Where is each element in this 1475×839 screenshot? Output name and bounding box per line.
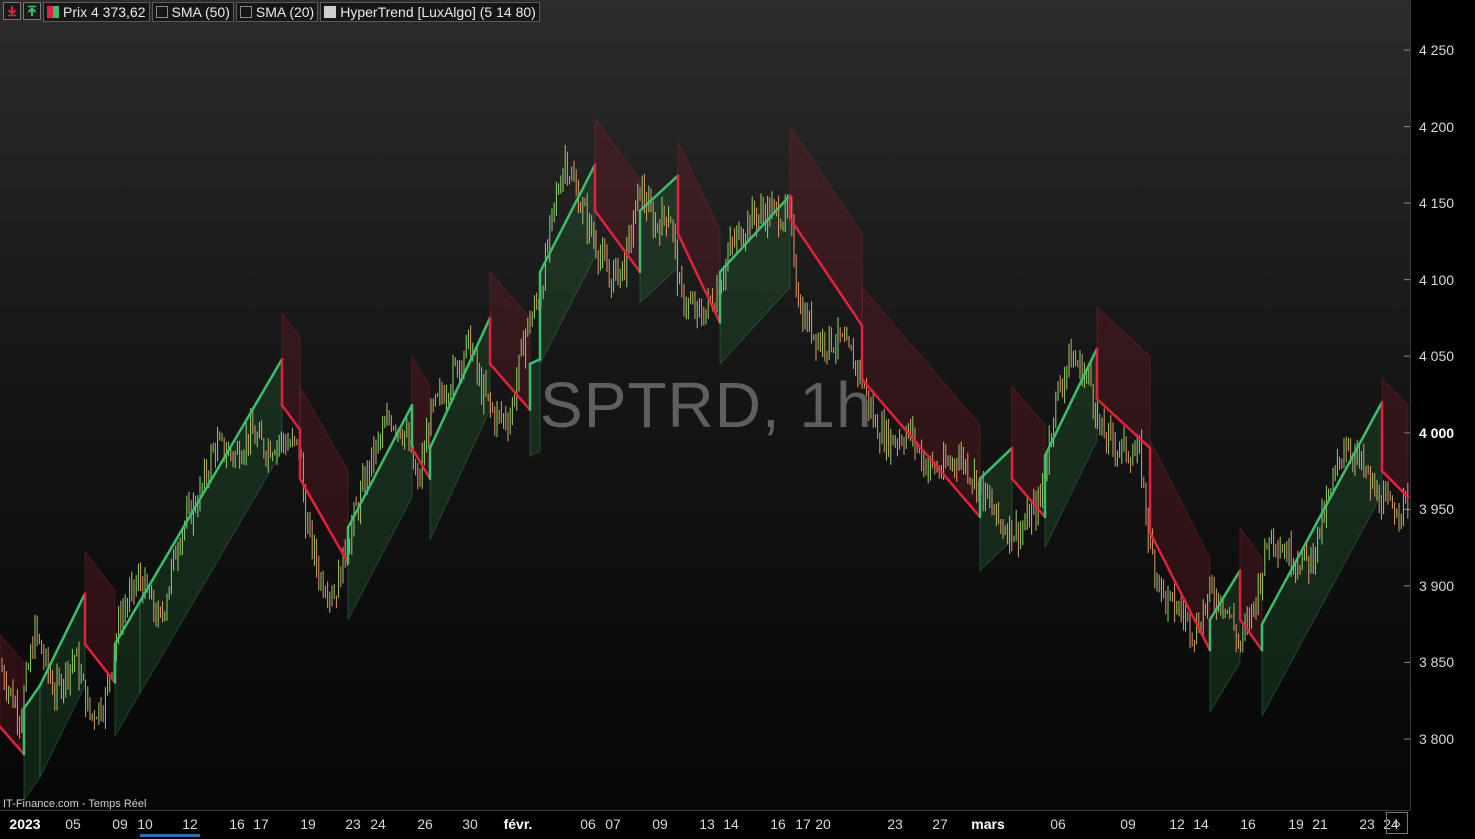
legend-hypertrend[interactable]: HyperTrend [LuxAlgo] (5 14 80) (320, 2, 540, 22)
chart-watermark: SPTRD, 1h (540, 369, 873, 441)
y-tick-label: 3 850 (1419, 654, 1455, 671)
upload-arrow-icon[interactable] (23, 2, 41, 20)
x-tick-label: 12 (1169, 816, 1185, 832)
hypertrend-upper-band (411, 354, 431, 481)
y-tick-label: 4 050 (1419, 348, 1455, 365)
x-tick-label: 19 (300, 816, 316, 832)
x-tick-label: 05 (65, 816, 81, 832)
hypertrend-lower-band (529, 358, 541, 457)
hypertrend-upper-band (489, 270, 531, 412)
legend-sma20[interactable]: SMA (20) (235, 2, 319, 22)
y-tick-label: 4 000 (1419, 424, 1455, 441)
legend-price-label: Prix 4 373,62 (63, 4, 146, 20)
hypertrend-upper-band (1381, 377, 1409, 499)
y-tick-label: 3 800 (1419, 731, 1455, 747)
x-tick-label: 2023 (9, 816, 41, 832)
x-tick-label: 07 (605, 816, 621, 832)
x-tick-label: 20 (815, 816, 831, 832)
x-tick-label: 06 (580, 816, 596, 832)
x-tick-label: 09 (112, 816, 128, 832)
legend-sma50[interactable]: SMA (50) (151, 2, 234, 22)
x-tick-label: 12 (182, 816, 198, 832)
hypertrend-upper-band (861, 285, 981, 519)
hypertrend-swatch-icon (324, 6, 337, 18)
hypertrend-upper-band (594, 117, 641, 274)
x-tick-label: 14 (723, 816, 739, 832)
chart-plot-area[interactable]: SPTRD, 1h IT-Finance.com - Temps Réel Pr… (0, 0, 1410, 810)
download-arrow-icon[interactable] (3, 2, 21, 20)
x-tick-label: 06 (1050, 816, 1066, 832)
y-tick-label: 3 950 (1419, 501, 1455, 518)
x-tick-label: 27 (932, 816, 948, 832)
hypertrend-lower-band (139, 357, 283, 695)
legend-hypertrend-label: HyperTrend [LuxAlgo] (5 14 80) (340, 4, 536, 20)
x-tick-label: 16 (770, 816, 786, 832)
y-tick-label: 4 100 (1419, 271, 1455, 288)
hypertrend-upper-band (1149, 440, 1211, 651)
x-tick-label: 17 (253, 816, 269, 832)
x-tick-label: 23 (345, 816, 361, 832)
hypertrend-lower-band (23, 683, 41, 802)
data-source-label: IT-Finance.com - Temps Réel (3, 798, 147, 810)
x-tick-label: 21 (1312, 816, 1328, 832)
x-tick-label: 16 (229, 816, 245, 832)
chart-legend: Prix 4 373,62 SMA (50) SMA (20) HyperTre… (3, 2, 540, 22)
x-tick-label: 09 (1120, 816, 1136, 832)
x-tick-label: 24 (370, 816, 386, 832)
x-tick-label: 13 (699, 816, 715, 832)
scroll-forward-icon[interactable]: » (1386, 812, 1408, 834)
sma20-swatch-icon (239, 6, 252, 18)
x-tick-label: mars (971, 816, 1005, 832)
price-swatch-icon (47, 6, 59, 18)
x-tick-label: févr. (503, 816, 533, 832)
hypertrend-lower-band (39, 593, 86, 778)
x-tick-label: 09 (652, 816, 668, 832)
x-tick-label: 19 (1288, 816, 1304, 832)
hypertrend-lower-band (719, 194, 791, 366)
axis-corner (1410, 810, 1475, 838)
legend-price[interactable]: Prix 4 373,62 (43, 2, 150, 22)
price-axis[interactable]: 4 250 4 200 4 150 4 100 4 050 4 000 3 950 3 900… (1410, 0, 1475, 810)
x-tick-label: 16 (1240, 816, 1256, 832)
y-tick-label: 4 200 (1419, 118, 1455, 135)
y-tick-label: 4 250 (1419, 42, 1455, 58)
sma50-swatch-icon (155, 6, 168, 18)
hypertrend-upper-band (281, 311, 301, 432)
x-tick-label: 30 (462, 816, 478, 832)
hypertrend-upper-band (299, 384, 349, 565)
legend-sma50-label: SMA (50) (171, 4, 230, 20)
legend-sma20-label: SMA (20) (255, 4, 315, 20)
x-tick-label: 14 (1193, 816, 1209, 832)
scrollbar-thumb[interactable] (140, 834, 200, 837)
time-axis[interactable]: 2023 05 09 10 12 16 17 19 23 24 26 30 févr. 06 07 09 13 1… (0, 810, 1410, 839)
x-tick-label: 26 (417, 816, 433, 832)
x-tick-label: 23 (1359, 816, 1375, 832)
hypertrend-upper-band (0, 634, 25, 756)
x-tick-label: 17 (795, 816, 811, 832)
y-tick-label: 4 150 (1419, 195, 1455, 212)
x-tick-label: 10 (137, 816, 153, 832)
x-tick-label: 23 (887, 816, 903, 832)
y-tick-label: 3 900 (1419, 577, 1455, 594)
